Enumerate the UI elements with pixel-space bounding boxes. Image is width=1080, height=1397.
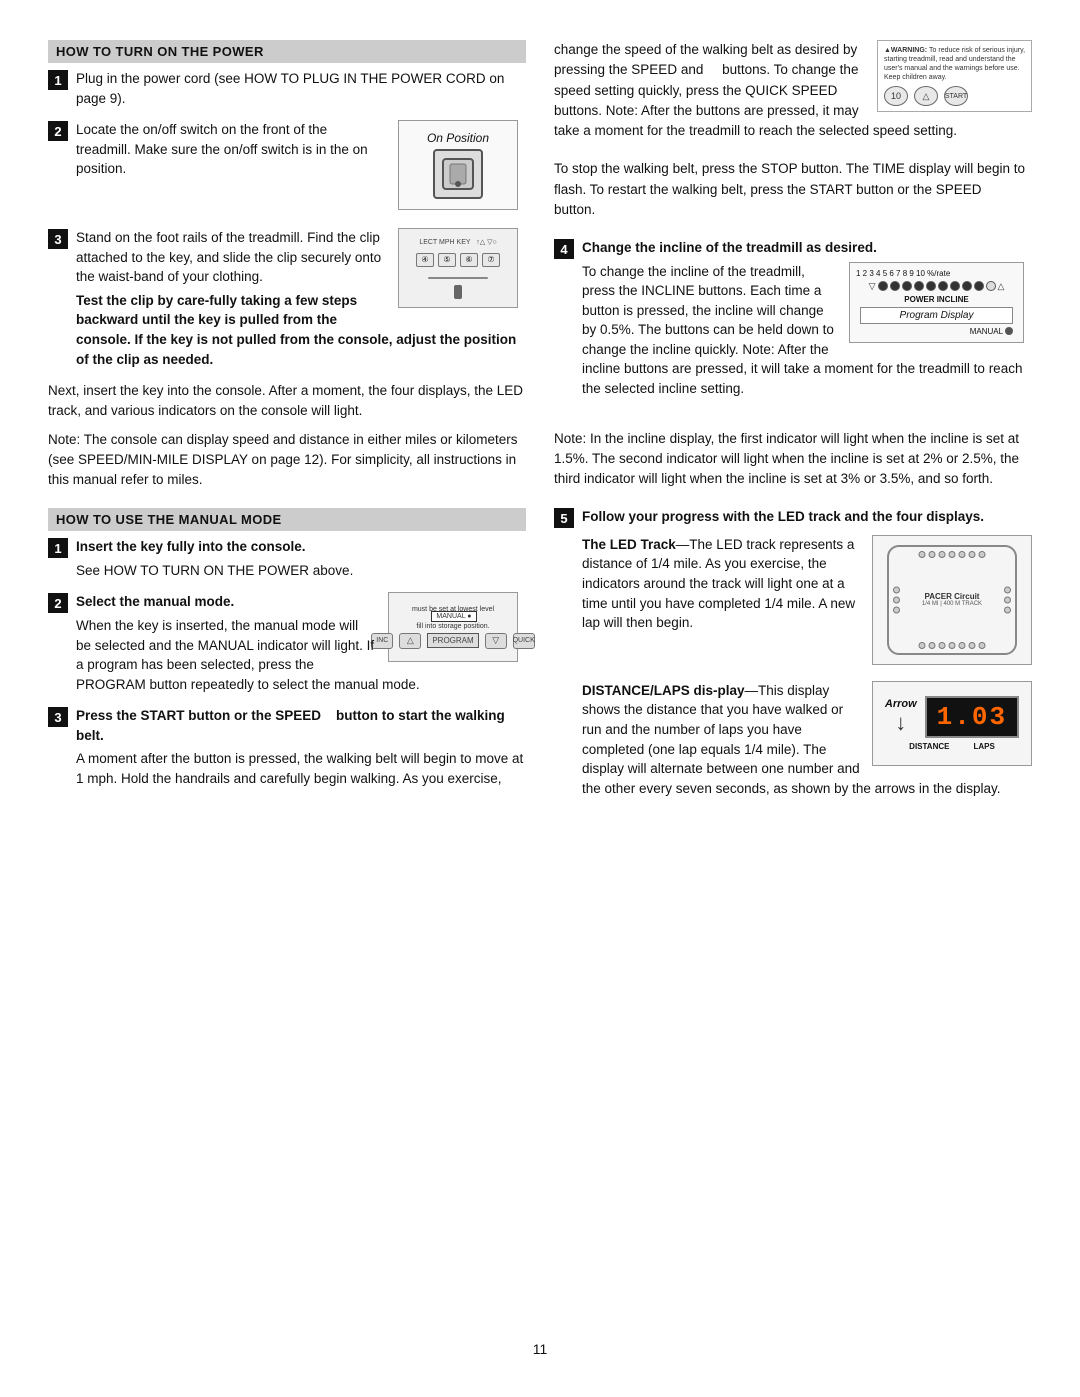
manual-step-num-2: 2: [48, 593, 68, 613]
step-2-content: On Position: [76, 120, 518, 220]
laps-label: LAPS: [973, 742, 994, 751]
step-1-power: 1 Plug in the power cord (see HOW TO PLU…: [48, 69, 526, 112]
section-header-power: HOW TO TURN ON THE POWER: [48, 40, 526, 63]
step-5-content: Follow your progress with the LED track …: [582, 507, 1032, 802]
incline-display-diagram: 1 2 3 4 5 6 7 8 9 10 %/rate ▽: [849, 262, 1024, 343]
pacer-circuit-diagram: PACER Circuit 1/4 MI | 400 M TRACK: [872, 535, 1032, 665]
power-incline-label: POWER INCLINE: [856, 295, 1017, 304]
distance-laps-section: Arrow ↓ 1.03 DISTANCE LAPS: [582, 681, 1032, 802]
page: HOW TO TURN ON THE POWER 1 Plug in the p…: [0, 0, 1080, 1397]
speed-buttons-diagram: 10 △ START: [884, 86, 1025, 106]
manual-step-num-1: 1: [48, 538, 68, 558]
manual-step-num-3: 3: [48, 707, 68, 727]
incline-note: Note: In the incline display, the first …: [554, 429, 1032, 490]
switch-shape: [433, 149, 483, 199]
switch-label: On Position: [427, 131, 489, 145]
manual-step-1-content: Insert the key fully into the console. S…: [76, 537, 526, 584]
manual-step-3: 3 Press the START button or the SPEED bu…: [48, 706, 526, 792]
step-num-5: 5: [554, 508, 574, 528]
console-diagram: must be set at lowest level MANUAL ● fil…: [388, 592, 518, 662]
led-track-section: PACER Circuit 1/4 MI | 400 M TRACK The L…: [582, 535, 1032, 673]
speed-btn-start: START: [944, 86, 968, 106]
distance-label: DISTANCE: [909, 742, 949, 751]
program-display-label: Program Display: [860, 307, 1013, 324]
section-manual-mode: HOW TO USE THE MANUAL MODE 1 Insert the …: [48, 508, 526, 800]
keypad-diagram: LECT MPH KEY ↑△ ▽○ ④ ⑤ ⑥ ⑦: [398, 228, 518, 308]
warning-box: ▲WARNING: To reduce risk of serious inju…: [877, 40, 1032, 112]
section-header-manual: HOW TO USE THE MANUAL MODE: [48, 508, 526, 531]
step-2-power: 2 On Position: [48, 120, 526, 220]
step-num-2: 2: [48, 121, 68, 141]
right-column: ▲WARNING: To reduce risk of serious inju…: [554, 40, 1032, 1325]
incline-dots: ▽ △: [856, 281, 1017, 292]
down-arrow-icon: ↓: [895, 710, 906, 736]
distance-number-display: 1.03: [925, 696, 1019, 738]
speed-section: ▲WARNING: To reduce risk of serious inju…: [554, 40, 1032, 141]
manual-mode-label: MANUAL: [856, 327, 1017, 336]
step-4: 4 Change the incline of the treadmill as…: [554, 238, 1032, 403]
step-3-power: 3 LECT MPH KEY ↑△ ▽○ ④ ⑤ ⑥ ⑦: [48, 228, 526, 373]
pacer-circuit-label: PACER Circuit: [922, 592, 982, 601]
switch-diagram: On Position: [398, 120, 518, 210]
step-1-content: Plug in the power cord (see HOW TO PLUG …: [76, 69, 526, 112]
manual-step-2: 2 must be set at lowest level MANUAL ● f…: [48, 592, 526, 698]
step-num-3: 3: [48, 229, 68, 249]
arrow-label: Arrow: [885, 698, 917, 710]
left-column: HOW TO TURN ON THE POWER 1 Plug in the p…: [48, 40, 526, 1325]
speed-btn-triangle: △: [914, 86, 938, 106]
section-turn-on-power: HOW TO TURN ON THE POWER 1 Plug in the p…: [48, 40, 526, 490]
step-3-content: LECT MPH KEY ↑△ ▽○ ④ ⑤ ⑥ ⑦ Stand on the …: [76, 228, 518, 373]
manual-step-1: 1 Insert the key fully into the console.…: [48, 537, 526, 584]
step-num-4: 4: [554, 239, 574, 259]
page-number: 11: [48, 1341, 1032, 1357]
stop-section: To stop the walking belt, press the STOP…: [554, 159, 1032, 220]
distance-display-diagram: Arrow ↓ 1.03 DISTANCE LAPS: [872, 681, 1032, 766]
step-num-1: 1: [48, 70, 68, 90]
manual-step-2-content: must be set at lowest level MANUAL ● fil…: [76, 592, 518, 698]
speed-btn-10: 10: [884, 86, 908, 106]
step-5: 5 Follow your progress with the LED trac…: [554, 507, 1032, 802]
manual-step-3-content: Press the START button or the SPEED butt…: [76, 706, 526, 792]
step-4-content: Change the incline of the treadmill as d…: [582, 238, 1024, 403]
